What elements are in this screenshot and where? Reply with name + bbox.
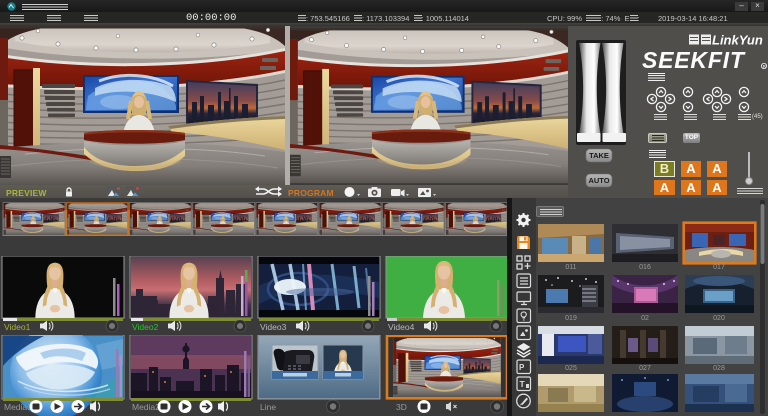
svg-text:019: 019 xyxy=(565,315,577,322)
svg-text:017: 017 xyxy=(713,264,725,271)
svg-text:011: 011 xyxy=(565,264,576,271)
svg-text:TAKE: TAKE xyxy=(589,151,609,160)
svg-text:T: T xyxy=(520,379,526,389)
svg-text:016: 016 xyxy=(639,264,651,271)
svg-text:P: P xyxy=(519,363,525,372)
svg-text:027: 027 xyxy=(639,365,651,372)
svg-text:AUTO: AUTO xyxy=(588,176,609,185)
svg-text:LinkYun: LinkYun xyxy=(712,33,763,48)
svg-text:028: 028 xyxy=(713,365,725,372)
svg-text:SEEKFIT: SEEKFIT xyxy=(642,47,746,72)
svg-text:025: 025 xyxy=(565,365,577,372)
svg-text:02: 02 xyxy=(641,315,649,322)
svg-text:020: 020 xyxy=(713,315,725,322)
